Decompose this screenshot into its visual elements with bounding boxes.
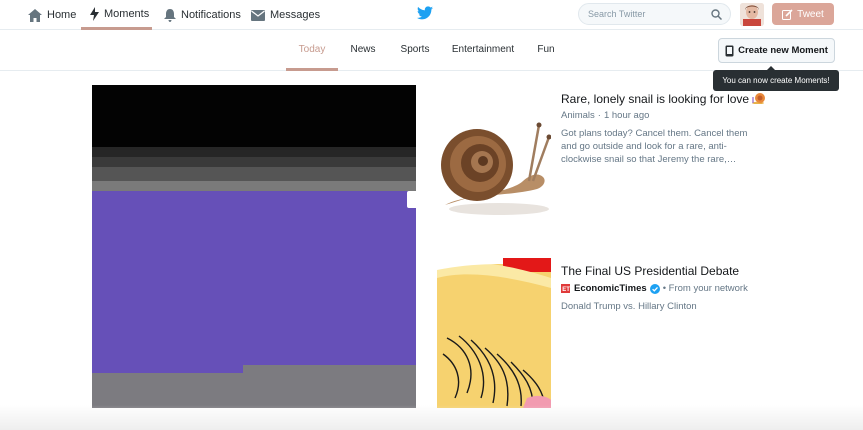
home-icon [28,8,42,22]
nav-notifications-label: Notifications [181,9,241,21]
verified-icon [649,283,660,294]
nav-moments[interactable]: Moments [81,0,152,30]
moment-title-text: Rare, lonely snail is looking for love [561,92,750,106]
create-moment-tooltip: You can now create Moments! [713,66,839,91]
bottom-fade [0,405,863,430]
tab-today[interactable]: Today [286,31,338,71]
phone-icon [725,45,734,56]
featured-moment-image[interactable] [92,85,416,408]
tab-news[interactable]: News [346,31,380,71]
create-moment-button[interactable]: Create new Moment [718,38,835,63]
moment-meta: ET EconomicTimes • From your network [561,283,748,294]
tweet-button[interactable]: Tweet [772,3,834,25]
economictimes-logo-icon: ET [561,284,570,293]
avatar[interactable] [740,3,764,26]
snail-emoji-icon [752,93,766,105]
nav-moments-label: Moments [104,7,150,20]
search-input[interactable] [588,9,706,19]
tweet-button-label: Tweet [797,8,824,20]
bell-icon [164,8,176,22]
nav-home-label: Home [47,9,77,21]
moment-description: Got plans today? Cancel them. Cancel the… [561,128,748,165]
lightning-icon [90,6,99,21]
moment-source[interactable]: EconomicTimes [574,283,647,294]
svg-text:ET: ET [562,287,570,293]
create-moment-label: Create new Moment [738,45,828,56]
nav-home[interactable]: Home [28,0,76,30]
search-box[interactable] [578,3,731,25]
tab-entertainment[interactable]: Entertainment [450,31,516,71]
nav-messages-label: Messages [270,9,321,21]
tab-sports[interactable]: Sports [396,31,434,71]
snail-thumbnail[interactable] [437,85,551,235]
moment-title[interactable]: The Final US Presidential Debate [561,264,739,278]
top-navigation-bar: Home Moments Notifications Messages Twee… [0,0,863,30]
debate-thumbnail[interactable] [437,258,551,408]
envelope-icon [251,9,265,21]
tab-fun[interactable]: Fun [532,31,560,71]
moment-time: 1 hour ago [603,110,650,121]
twitter-bird-icon[interactable] [417,6,433,25]
hero-edge-handle [407,191,416,208]
nav-notifications[interactable]: Notifications [164,0,241,30]
search-icon[interactable] [711,9,722,20]
compose-icon [782,8,793,20]
meta-separator: · [597,110,601,121]
moment-category: Animals [561,110,595,121]
moment-description: Donald Trump vs. Hillary Clinton [561,301,697,312]
moment-title[interactable]: Rare, lonely snail is looking for love [561,92,766,106]
moment-meta: Animals · 1 hour ago [561,110,649,121]
nav-messages[interactable]: Messages [251,0,320,30]
moment-context: • From your network [662,283,748,294]
